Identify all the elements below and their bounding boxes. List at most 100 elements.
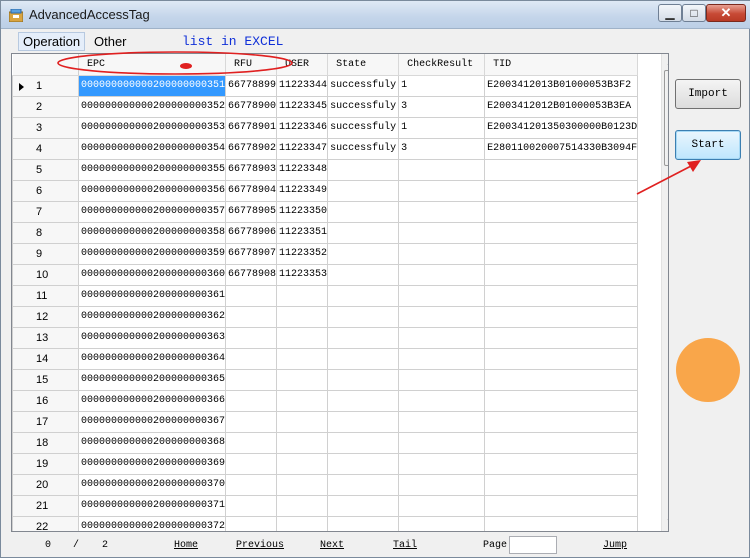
table-row[interactable]: 10 000000000000200000000360 66778908 112233… [12, 263, 639, 286]
cell-epc[interactable]: 000000000000200000000370 [77, 473, 227, 496]
cell-tid[interactable] [484, 221, 639, 244]
cell-epc[interactable]: 000000000000200000000371 [77, 494, 227, 517]
cell-tid[interactable] [484, 263, 639, 286]
cell-tid[interactable] [484, 200, 639, 223]
cell-epc[interactable]: 000000000000200000000358 [77, 221, 227, 244]
column-header-epc[interactable]: EPC [78, 54, 227, 76]
cell-user[interactable] [276, 389, 329, 412]
row-header[interactable]: 5 [12, 158, 79, 181]
scroll-thumb[interactable] [664, 70, 668, 166]
cell-tid[interactable] [484, 494, 639, 517]
cell-rfu[interactable] [225, 494, 278, 517]
cell-user[interactable]: 11223350 [276, 200, 329, 223]
cell-epc[interactable]: 000000000000200000000369 [77, 452, 227, 475]
row-header[interactable]: 22 [12, 515, 79, 531]
cell-epc[interactable]: 000000000000200000000359 [77, 242, 227, 265]
table-row[interactable]: 6 000000000000200000000356 66778904 1122334… [12, 179, 639, 202]
maximize-button[interactable]: □ [682, 4, 706, 22]
cell-state[interactable] [327, 347, 400, 370]
vertical-scrollbar[interactable]: ▲ ▼ [661, 54, 668, 531]
cell-check[interactable] [398, 347, 486, 370]
row-header[interactable]: 19 [12, 452, 79, 475]
cell-rfu[interactable] [225, 347, 278, 370]
cell-check[interactable] [398, 452, 486, 475]
row-header[interactable]: 7 [12, 200, 79, 223]
row-header[interactable]: 15 [12, 368, 79, 391]
cell-user[interactable] [276, 494, 329, 517]
row-header[interactable]: 3 [12, 116, 79, 139]
cell-epc[interactable]: 000000000000200000000356 [77, 179, 227, 202]
pager-previous-link[interactable]: Previous [236, 540, 284, 551]
row-header[interactable]: 11 [12, 284, 79, 307]
start-button[interactable]: Start [675, 130, 741, 160]
cell-tid[interactable]: E280110020007514330B3094F [484, 137, 639, 160]
cell-rfu[interactable]: 66778907 [225, 242, 278, 265]
cell-tid[interactable] [484, 473, 639, 496]
cell-rfu[interactable]: 66778905 [225, 200, 278, 223]
table-row[interactable]: 14 000000000000200000000364 [12, 347, 639, 370]
cell-check[interactable] [398, 368, 486, 391]
row-header[interactable]: 17 [12, 410, 79, 433]
cell-epc[interactable]: 000000000000200000000363 [77, 326, 227, 349]
column-header-checkresult[interactable]: CheckResult [398, 54, 486, 76]
pager-next-link[interactable]: Next [320, 540, 344, 551]
cell-state[interactable] [327, 284, 400, 307]
cell-state[interactable] [327, 452, 400, 475]
cell-user[interactable] [276, 410, 329, 433]
cell-state[interactable] [327, 494, 400, 517]
cell-user[interactable] [276, 473, 329, 496]
table-row[interactable]: 2 000000000000200000000352 66778900 1122334… [12, 95, 639, 118]
cell-epc[interactable]: 000000000000200000000366 [77, 389, 227, 412]
cell-state[interactable] [327, 242, 400, 265]
cell-tid[interactable] [484, 410, 639, 433]
cell-tid[interactable] [484, 284, 639, 307]
cell-rfu[interactable]: 66778906 [225, 221, 278, 244]
cell-user[interactable] [276, 368, 329, 391]
row-header[interactable]: 12 [12, 305, 79, 328]
cell-check[interactable] [398, 242, 486, 265]
cell-epc[interactable]: 000000000000200000000355 [77, 158, 227, 181]
cell-state[interactable] [327, 305, 400, 328]
cell-epc[interactable]: 000000000000200000000353 [77, 116, 227, 139]
cell-epc[interactable]: 000000000000200000000361 [77, 284, 227, 307]
row-header[interactable]: 20 [12, 473, 79, 496]
row-header[interactable]: 8 [12, 221, 79, 244]
cell-tid[interactable] [484, 242, 639, 265]
cell-tid[interactable] [484, 179, 639, 202]
cell-check[interactable] [398, 473, 486, 496]
table-row[interactable]: 21 000000000000200000000371 [12, 494, 639, 517]
cell-epc[interactable]: 000000000000200000000360 [77, 263, 227, 286]
cell-rfu[interactable]: 66778903 [225, 158, 278, 181]
row-header[interactable]: 13 [12, 326, 79, 349]
column-header-user[interactable]: USER [276, 54, 329, 76]
table-row[interactable]: 16 000000000000200000000366 [12, 389, 639, 412]
cell-check[interactable] [398, 200, 486, 223]
cell-state[interactable] [327, 326, 400, 349]
table-row[interactable]: 8 000000000000200000000358 66778906 1122335… [12, 221, 639, 244]
cell-epc[interactable]: 000000000000200000000368 [77, 431, 227, 454]
cell-epc[interactable]: 000000000000200000000362 [77, 305, 227, 328]
table-row[interactable]: 13 000000000000200000000363 [12, 326, 639, 349]
cell-user[interactable] [276, 452, 329, 475]
cell-epc[interactable]: 000000000000200000000351 [77, 74, 227, 97]
row-header[interactable]: 2 [12, 95, 79, 118]
cell-state[interactable] [327, 473, 400, 496]
cell-check[interactable]: 3 [398, 137, 486, 160]
import-button[interactable]: Import [675, 79, 741, 109]
cell-tid[interactable] [484, 326, 639, 349]
cell-tid[interactable] [484, 368, 639, 391]
cell-user[interactable]: 11223348 [276, 158, 329, 181]
cell-state[interactable] [327, 221, 400, 244]
table-row[interactable]: 3 000000000000200000000353 66778901 1122334… [12, 116, 639, 139]
cell-check[interactable]: 1 [398, 116, 486, 139]
cell-state[interactable] [327, 200, 400, 223]
cell-state[interactable] [327, 410, 400, 433]
cell-user[interactable]: 11223347 [276, 137, 329, 160]
cell-state[interactable]: successfuly [327, 74, 400, 97]
cell-tid[interactable] [484, 389, 639, 412]
cell-tid[interactable] [484, 158, 639, 181]
cell-rfu[interactable] [225, 305, 278, 328]
table-row[interactable]: 19 000000000000200000000369 [12, 452, 639, 475]
cell-rfu[interactable]: 66778901 [225, 116, 278, 139]
cell-epc[interactable]: 000000000000200000000367 [77, 410, 227, 433]
